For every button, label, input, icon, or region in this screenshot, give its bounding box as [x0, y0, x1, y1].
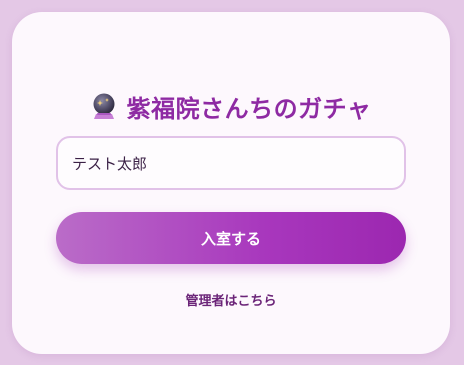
crystal-ball-icon: [91, 92, 117, 120]
page-title: 紫福院さんちのガチャ: [126, 94, 372, 123]
login-card: 紫福院さんちのガチャ 入室する 管理者はこちら: [12, 12, 450, 354]
enter-room-button[interactable]: 入室する: [56, 212, 406, 264]
title-row: 紫福院さんちのガチャ: [12, 86, 450, 126]
admin-link[interactable]: 管理者はこちら: [12, 290, 450, 309]
name-input[interactable]: [56, 136, 406, 190]
